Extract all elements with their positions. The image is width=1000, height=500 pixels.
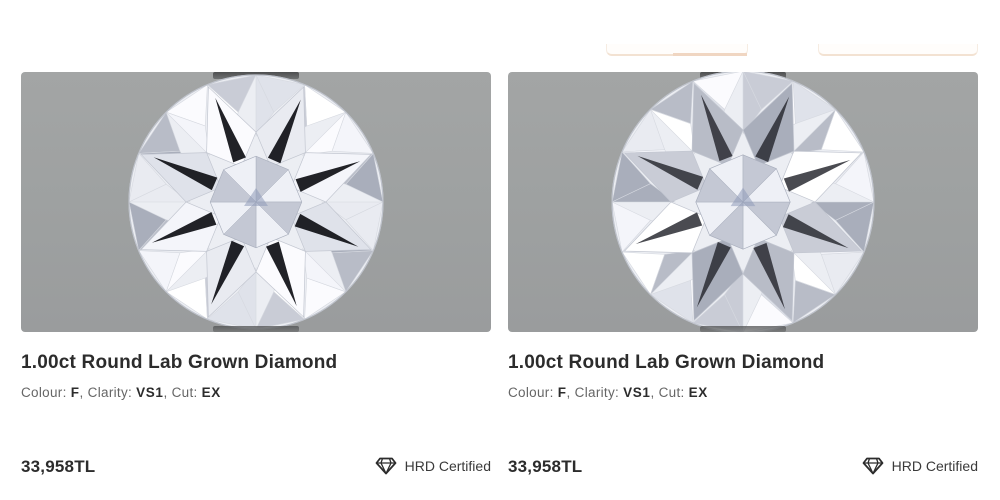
- cut-label: Cut:: [658, 385, 685, 400]
- certification-label: HRD Certified: [891, 458, 978, 474]
- clarity-value: VS1: [623, 385, 651, 400]
- top-tab-highlight: [673, 53, 747, 56]
- diamond-image: [611, 72, 875, 332]
- diamond-outline-icon: [375, 457, 397, 475]
- product-grid: 1.00ct Round Lab Grown Diamond Colour: F…: [0, 0, 1000, 500]
- setting-prong-bottom: [700, 326, 786, 332]
- colour-value: F: [557, 385, 567, 400]
- clarity-label: Clarity:: [574, 385, 620, 400]
- product-image[interactable]: [508, 72, 978, 332]
- product-title[interactable]: 1.00ct Round Lab Grown Diamond: [21, 352, 337, 374]
- product-specs: Colour: F, Clarity: VS1, Cut: EX: [21, 385, 221, 400]
- product-card[interactable]: 1.00ct Round Lab Grown Diamond Colour: F…: [21, 72, 491, 492]
- product-price: 33,958TL: [21, 457, 96, 476]
- spec-separator: ,: [79, 385, 84, 400]
- spec-separator: ,: [566, 385, 571, 400]
- top-tab-1[interactable]: [606, 44, 748, 56]
- clarity-label: Clarity:: [87, 385, 133, 400]
- setting-prong-bottom: [213, 326, 299, 332]
- cut-label: Cut:: [171, 385, 198, 400]
- cut-value: EX: [201, 385, 221, 400]
- product-image[interactable]: [21, 72, 491, 332]
- product-title[interactable]: 1.00ct Round Lab Grown Diamond: [508, 352, 824, 374]
- colour-value: F: [70, 385, 80, 400]
- clarity-value: VS1: [136, 385, 164, 400]
- diamond-outline-icon: [862, 457, 884, 475]
- product-card[interactable]: 1.00ct Round Lab Grown Diamond Colour: F…: [508, 72, 978, 492]
- spec-separator: ,: [650, 385, 655, 400]
- certification-label: HRD Certified: [404, 458, 491, 474]
- certification-badge: HRD Certified: [862, 457, 978, 475]
- diamond-image: [128, 74, 384, 330]
- cut-value: EX: [688, 385, 708, 400]
- spec-separator: ,: [163, 385, 168, 400]
- colour-label: Colour:: [21, 385, 67, 400]
- certification-badge: HRD Certified: [375, 457, 491, 475]
- product-specs: Colour: F, Clarity: VS1, Cut: EX: [508, 385, 708, 400]
- top-tab-2[interactable]: [818, 44, 978, 56]
- product-price: 33,958TL: [508, 457, 583, 476]
- colour-label: Colour:: [508, 385, 554, 400]
